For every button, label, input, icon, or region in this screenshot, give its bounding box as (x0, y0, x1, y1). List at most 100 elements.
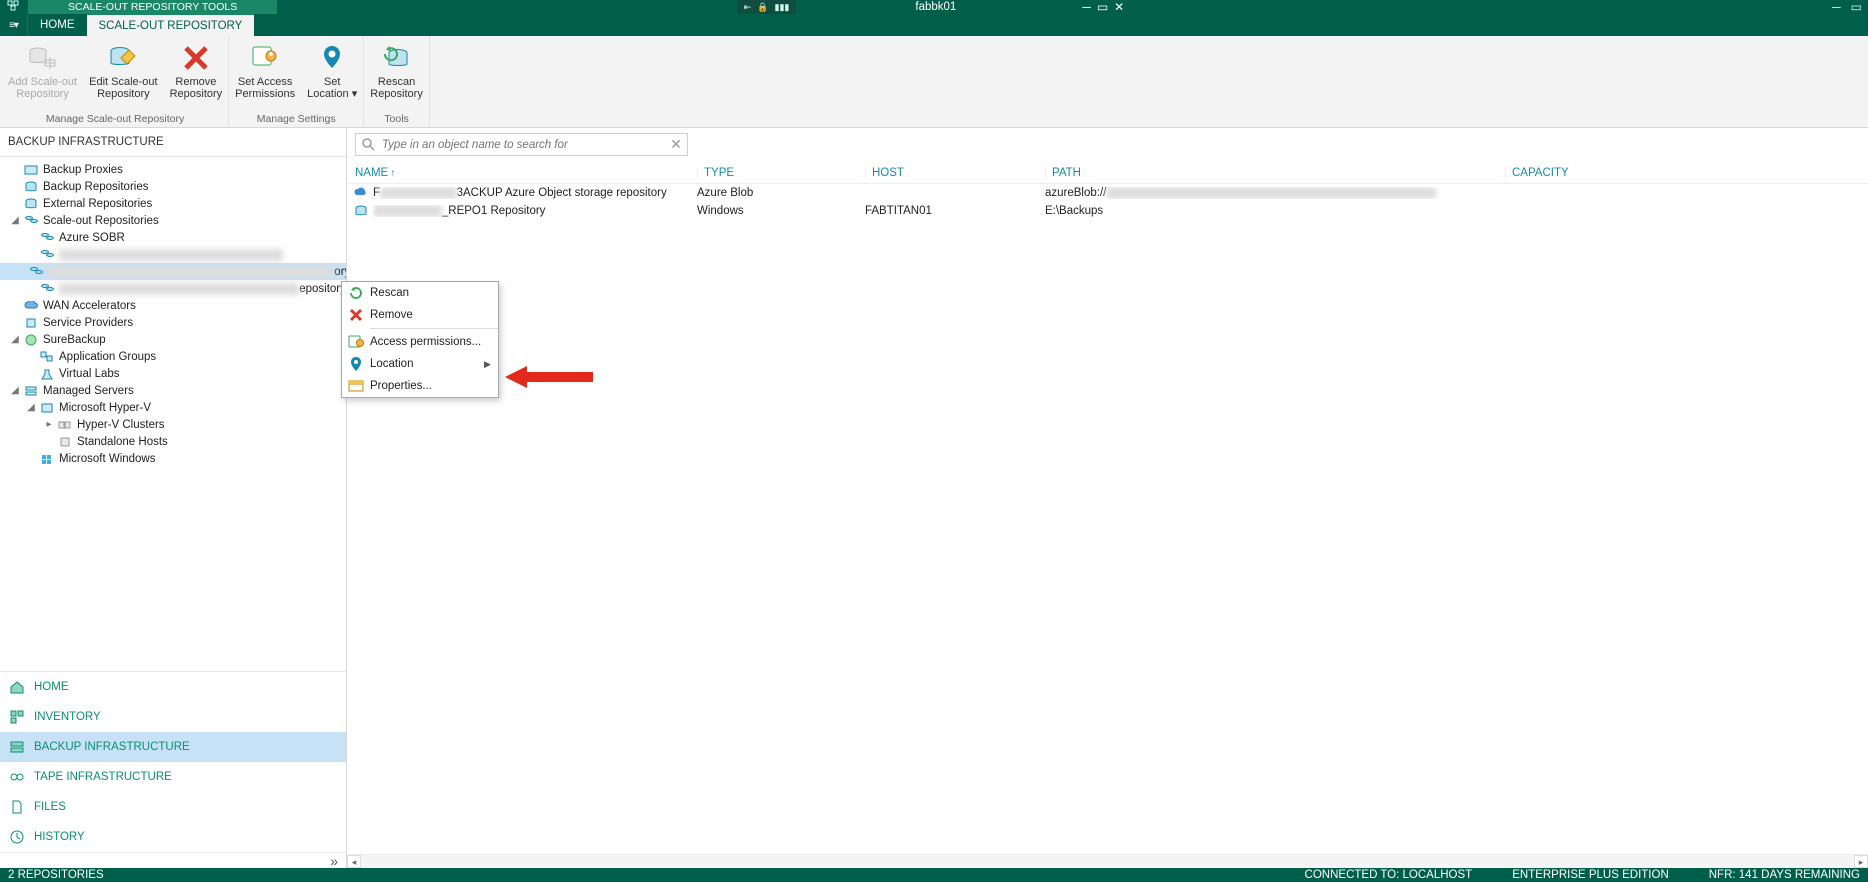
remove-repo-button[interactable]: Remove Repository (164, 38, 229, 111)
tab-scale-out-repository[interactable]: SCALE-OUT REPOSITORY (87, 14, 255, 36)
main-menu-button[interactable] (0, 14, 28, 36)
col-host[interactable]: HOST (865, 167, 1045, 179)
set-access-permissions-button[interactable]: Set Access Permissions (229, 38, 301, 111)
scroll-left-icon[interactable]: ◂ (347, 855, 361, 868)
col-name[interactable]: NAME↑ (347, 167, 697, 179)
home-icon (8, 678, 26, 696)
tree-external-repositories[interactable]: External Repositories (0, 195, 346, 212)
tree-sobr-item-selected[interactable]: Azure FABTITAN01 BACKUP Scale out Backup… (0, 263, 346, 280)
section-tape-infrastructure[interactable]: TAPE INFRASTRUCTURE (0, 762, 346, 792)
azure-blob-icon (353, 187, 369, 199)
server-icon (23, 384, 39, 398)
tree-scale-out-repositories[interactable]: ◢Scale-out Repositories (0, 212, 346, 229)
remote-minimize-icon[interactable]: ─ (1082, 0, 1091, 14)
grid-row[interactable]: FABTITAN01_REPO1 Repository Windows FABT… (347, 202, 1868, 220)
tree-sobr-item[interactable]: Azure MRT01 Scale out Backup Repository (0, 246, 346, 263)
search-icon (361, 137, 375, 154)
tree-hyperv-clusters[interactable]: ▸Hyper-V Clusters (0, 416, 346, 433)
status-repo-count: 2 REPOSITORIES (8, 869, 104, 881)
sobr-icon (23, 214, 39, 228)
host-icon (57, 435, 73, 449)
edit-scale-out-repo-button[interactable]: Edit Scale-out Repository (83, 38, 163, 111)
surebackup-icon (23, 333, 39, 347)
lock-icon[interactable]: 🔒 (757, 2, 768, 13)
tree-virtual-labs[interactable]: Virtual Labs (0, 365, 346, 382)
btn-label: Repository (370, 88, 423, 100)
files-icon (8, 798, 26, 816)
set-location-button[interactable]: Set Location ▾ (301, 38, 363, 111)
section-files[interactable]: FILES (0, 792, 346, 822)
ctx-rescan[interactable]: Rescan (342, 282, 498, 304)
remote-close-icon[interactable]: ✕ (1114, 0, 1124, 14)
tab-home[interactable]: HOME (28, 14, 87, 36)
sobr-item-icon (39, 231, 55, 245)
edit-repo-icon (107, 42, 139, 74)
col-type[interactable]: TYPE (697, 167, 865, 179)
permissions-icon (249, 42, 281, 74)
section-history[interactable]: HISTORY (0, 822, 346, 852)
context-menu: Rescan Remove Access permissions... Loca… (341, 281, 499, 398)
horizontal-scrollbar[interactable]: ◂ ▸ (347, 854, 1868, 868)
tree-microsoft-windows[interactable]: Microsoft Windows (0, 450, 346, 467)
permissions-icon (342, 335, 370, 349)
btn-label: Repository (170, 88, 223, 100)
ctx-location[interactable]: Location ▶ (342, 353, 498, 375)
annotation-arrow (505, 364, 595, 390)
tree-surebackup[interactable]: ◢SureBackup (0, 331, 346, 348)
search-input[interactable] (355, 133, 688, 156)
grid-row[interactable]: FABTITAN01_E3ACKUP Azure Object storage … (347, 184, 1868, 202)
tree-wan-accelerators[interactable]: WAN Accelerators (0, 297, 346, 314)
tree-managed-servers[interactable]: ◢Managed Servers (0, 382, 346, 399)
left-nav: BACKUP INFRASTRUCTURE Backup Proxies Bac… (0, 128, 347, 868)
tree-hyperv[interactable]: ◢Microsoft Hyper-V (0, 399, 346, 416)
add-repo-icon (27, 42, 59, 74)
backup-infra-icon (8, 738, 26, 756)
tape-icon (8, 768, 26, 786)
ctx-properties[interactable]: Properties... (342, 375, 498, 397)
nav-tree: Backup Proxies Backup Repositories Exter… (0, 157, 346, 671)
vlab-icon (39, 367, 55, 381)
btn-label: Edit Scale-out (89, 76, 157, 88)
ext-repo-icon (23, 197, 39, 211)
remote-restore-icon[interactable]: ▭ (1097, 0, 1108, 14)
pin-icon[interactable]: ⇤ (744, 2, 752, 13)
repo-icon (23, 180, 39, 194)
location-icon (316, 42, 348, 74)
ribbon: Add Scale-out Repository Edit Scale-out … (0, 36, 1868, 128)
appgroup-icon (39, 350, 55, 364)
ctx-access-permissions[interactable]: Access permissions... (342, 331, 498, 353)
app-icon (0, 0, 28, 15)
section-backup-infrastructure[interactable]: BACKUP INFRASTRUCTURE (0, 732, 346, 762)
rescan-repo-button[interactable]: Rescan Repository (364, 38, 429, 111)
tree-backup-repositories[interactable]: Backup Repositories (0, 178, 346, 195)
inventory-icon (8, 708, 26, 726)
col-path[interactable]: PATH (1045, 167, 1505, 179)
grid-header: NAME↑ TYPE HOST PATH CAPACITY (347, 161, 1868, 184)
search-box: ✕ (355, 133, 688, 156)
section-overflow[interactable]: » (0, 852, 346, 868)
section-inventory[interactable]: INVENTORY (0, 702, 346, 732)
hyperv-icon (39, 401, 55, 415)
tree-azure-sobr[interactable]: Azure SOBR (0, 229, 346, 246)
tree-backup-proxies[interactable]: Backup Proxies (0, 161, 346, 178)
tree-standalone-hosts[interactable]: Standalone Hosts (0, 433, 346, 450)
scroll-right-icon[interactable]: ▸ (1854, 855, 1868, 868)
status-connected: CONNECTED TO: LOCALHOST (1305, 869, 1473, 881)
ribbon-group-label: Tools (378, 111, 415, 127)
signal-icon[interactable]: ▮▮▮ (775, 2, 790, 13)
tree-sobr-item[interactable]: Azure MRT02 BACKUP02 Scale out Backup Re… (0, 280, 346, 297)
section-home[interactable]: HOME (0, 672, 346, 702)
rescan-icon (381, 42, 413, 74)
col-capacity[interactable]: CAPACITY (1505, 167, 1868, 179)
ctx-remove[interactable]: Remove (342, 304, 498, 326)
tree-application-groups[interactable]: Application Groups (0, 348, 346, 365)
status-bar: 2 REPOSITORIES CONNECTED TO: LOCALHOST E… (0, 868, 1868, 882)
btn-label: Set (324, 76, 341, 88)
maximize-icon[interactable]: ▭ (1851, 0, 1862, 14)
btn-label: Add Scale-out (8, 76, 77, 88)
grid-body: FABTITAN01_E3ACKUP Azure Object storage … (347, 184, 1868, 854)
sobr-item-icon (29, 265, 43, 279)
minimize-icon[interactable]: ─ (1832, 0, 1841, 14)
clear-search-icon[interactable]: ✕ (670, 136, 682, 153)
tree-service-providers[interactable]: Service Providers (0, 314, 346, 331)
